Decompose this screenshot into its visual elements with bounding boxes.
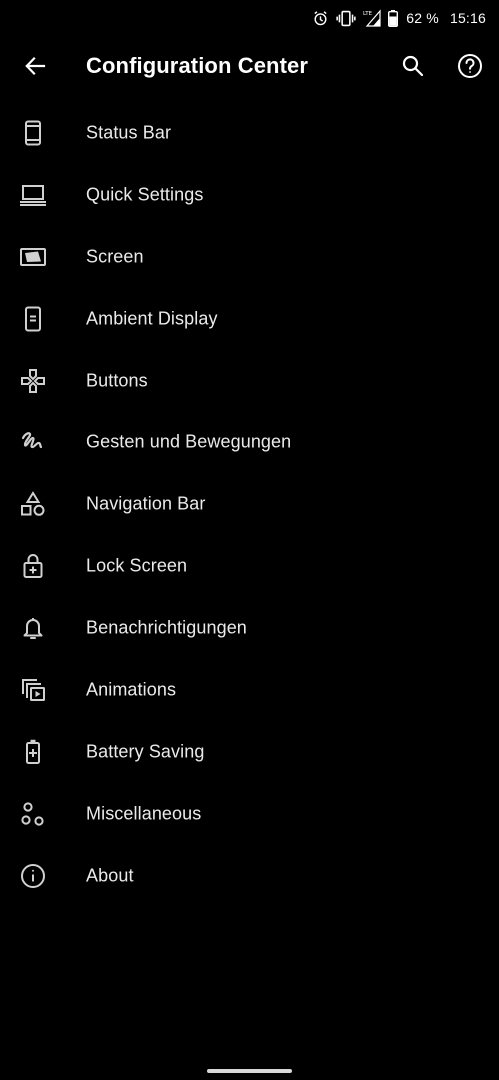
back-arrow-icon xyxy=(23,54,47,83)
menu-item-label: Battery Saving xyxy=(86,741,205,762)
menu-item-label: Miscellaneous xyxy=(86,803,202,824)
screen: LTE 62 % 15:16 Configuration Center Stat… xyxy=(0,0,499,1080)
help-button[interactable] xyxy=(448,46,492,90)
alarm-icon xyxy=(312,10,329,27)
page-title: Configuration Center xyxy=(86,53,308,78)
menu-item-notifications[interactable]: Benachrichtigungen xyxy=(0,597,499,659)
gesture-icon xyxy=(19,428,47,456)
status-bar: LTE 62 % 15:16 xyxy=(0,0,499,36)
settings-list: Status Bar Quick Settings Screen Ambient… xyxy=(0,102,499,907)
menu-item-label: Buttons xyxy=(86,370,148,390)
menu-item-ambient-display[interactable]: Ambient Display xyxy=(0,288,499,350)
menu-item-about[interactable]: About xyxy=(0,845,499,907)
laptop-icon xyxy=(19,181,47,209)
menu-item-label: Quick Settings xyxy=(86,184,204,205)
shapes-icon xyxy=(19,490,47,518)
menu-item-navigation-bar[interactable]: Navigation Bar xyxy=(0,473,499,535)
menu-item-quick-settings[interactable]: Quick Settings xyxy=(0,164,499,226)
lock-plus-icon xyxy=(19,552,47,580)
menu-item-status-bar[interactable]: Status Bar xyxy=(0,102,499,164)
animation-icon xyxy=(19,676,47,704)
menu-item-buttons[interactable]: Buttons xyxy=(0,350,499,412)
menu-item-label: About xyxy=(86,865,134,886)
gamepad-icon xyxy=(19,367,47,395)
info-icon xyxy=(19,862,47,890)
ambient-phone-icon xyxy=(19,305,47,333)
clock: 15:16 xyxy=(449,10,486,26)
menu-item-animations[interactable]: Animations xyxy=(0,659,499,721)
phone-outline-icon xyxy=(19,119,47,147)
battery-icon xyxy=(388,9,399,27)
menu-item-gestures[interactable]: Gesten und Bewegungen xyxy=(0,411,499,473)
menu-item-lock-screen[interactable]: Lock Screen xyxy=(0,535,499,597)
lte-signal-icon: LTE xyxy=(363,9,381,27)
menu-item-label: Navigation Bar xyxy=(86,493,206,514)
battery-plus-icon xyxy=(19,738,47,766)
battery-percent: 62 % xyxy=(406,10,439,26)
svg-text:LTE: LTE xyxy=(363,11,373,17)
help-icon xyxy=(457,53,483,84)
screen-icon xyxy=(19,243,47,271)
menu-item-battery-saving[interactable]: Battery Saving xyxy=(0,721,499,783)
app-bar: Configuration Center xyxy=(0,36,499,100)
menu-item-label: Screen xyxy=(86,246,144,267)
search-button[interactable] xyxy=(391,46,435,90)
bell-icon xyxy=(19,614,47,642)
menu-item-label: Ambient Display xyxy=(86,308,218,329)
menu-item-label: Status Bar xyxy=(86,122,172,143)
menu-item-label: Benachrichtigungen xyxy=(86,617,247,638)
menu-item-screen[interactable]: Screen xyxy=(0,226,499,288)
vibrate-icon xyxy=(336,10,356,27)
search-icon xyxy=(401,54,425,83)
menu-item-label: Lock Screen xyxy=(86,555,188,576)
back-button[interactable] xyxy=(13,46,57,90)
menu-item-label: Animations xyxy=(86,679,177,700)
menu-item-label: Gesten und Bewegungen xyxy=(86,431,292,452)
bubbles-icon xyxy=(19,800,47,828)
menu-item-miscellaneous[interactable]: Miscellaneous xyxy=(0,783,499,845)
gesture-navigation-handle[interactable] xyxy=(207,1069,292,1073)
